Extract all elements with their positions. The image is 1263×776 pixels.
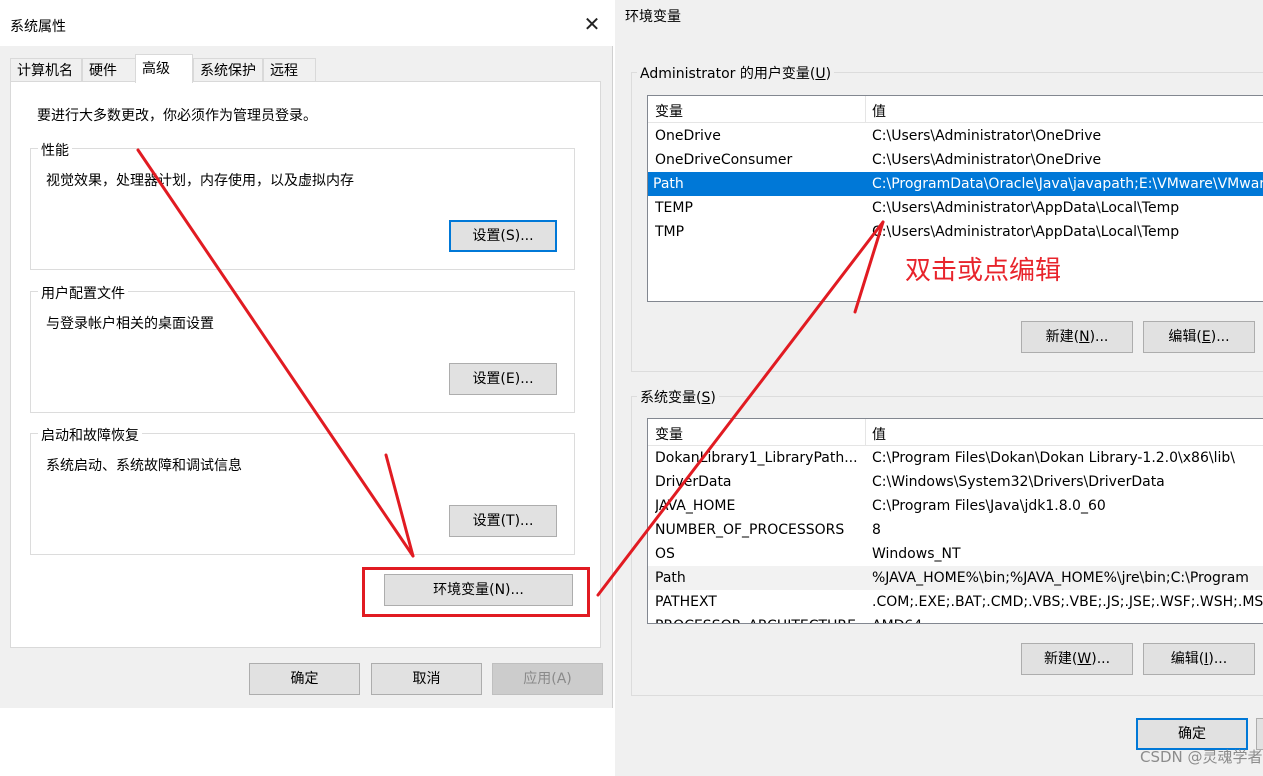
system-variables-title: 系统变量(S): [637, 387, 719, 407]
variable-name: TEMP: [655, 200, 693, 216]
ok-button[interactable]: 确定: [249, 663, 360, 695]
column-header-value[interactable]: 值: [872, 101, 886, 121]
variable-value: C:\ProgramData\Oracle\Java\javapath;E:\V…: [872, 176, 1263, 192]
dialog-title: 系统属性: [10, 19, 66, 35]
table-row[interactable]: NUMBER_OF_PROCESSORS 8: [648, 518, 1263, 542]
system-edit-button[interactable]: 编辑(I)...: [1143, 643, 1255, 675]
table-row[interactable]: OneDrive C:\Users\Administrator\OneDrive: [648, 124, 1263, 148]
user-variables-title: Administrator 的用户变量(U): [637, 63, 835, 83]
column-separator[interactable]: [865, 96, 866, 122]
variable-name: PATHEXT: [655, 594, 717, 610]
table-row-selected[interactable]: Path C:\ProgramData\Oracle\Java\javapath…: [648, 172, 1263, 196]
variable-value: C:\Windows\System32\Drivers\DriverData: [872, 474, 1165, 490]
variable-name: Path: [653, 176, 684, 192]
variable-value: %JAVA_HOME%\bin;%JAVA_HOME%\jre\bin;C:\P…: [872, 570, 1249, 586]
tab-hardware[interactable]: 硬件: [82, 58, 136, 82]
variable-value: 8: [872, 522, 881, 538]
variable-value: .COM;.EXE;.BAT;.CMD;.VBS;.VBE;.JS;.JSE;.…: [872, 594, 1263, 610]
variable-value: C:\Program Files\Dokan\Dokan Library-1.2…: [872, 450, 1235, 466]
variable-value: C:\Program Files\Java\jdk1.8.0_60: [872, 498, 1106, 514]
startup-recovery-description: 系统启动、系统故障和调试信息: [46, 458, 242, 474]
user-edit-button[interactable]: 编辑(E)...: [1143, 321, 1255, 353]
variable-name: DokanLibrary1_LibraryPath...: [655, 450, 858, 466]
variable-name: JAVA_HOME: [655, 498, 736, 514]
table-row[interactable]: JAVA_HOME C:\Program Files\Java\jdk1.8.0…: [648, 494, 1263, 518]
variable-value: Windows_NT: [872, 546, 961, 562]
variable-name: OneDriveConsumer: [655, 152, 793, 168]
variable-value: C:\Users\Administrator\OneDrive: [872, 152, 1102, 168]
variable-name: NUMBER_OF_PROCESSORS: [655, 522, 845, 538]
column-header-name[interactable]: 变量: [655, 424, 683, 444]
column-header-value[interactable]: 值: [872, 424, 886, 444]
dialog-title: 环境变量: [625, 9, 681, 25]
column-separator[interactable]: [865, 419, 866, 445]
title-bar: 系统属性 ✕: [0, 0, 613, 46]
user-new-button[interactable]: 新建(N)...: [1021, 321, 1133, 353]
apply-button[interactable]: 应用(A): [492, 663, 603, 695]
performance-title: 性能: [38, 140, 72, 160]
variable-name: OneDrive: [655, 128, 721, 144]
variable-value: AMD64: [872, 614, 922, 623]
variable-value: C:\Users\Administrator\OneDrive: [872, 128, 1102, 144]
system-new-button[interactable]: 新建(W)...: [1021, 643, 1133, 675]
user-profiles-description: 与登录帐户相关的桌面设置: [46, 316, 214, 332]
highlight-box: [362, 567, 590, 617]
variable-name: TMP: [655, 224, 685, 240]
table-row[interactable]: DriverData C:\Windows\System32\Drivers\D…: [648, 470, 1263, 494]
table-row[interactable]: OS Windows_NT: [648, 542, 1263, 566]
table-row[interactable]: PROCESSOR_ARCHITECTURE AMD64: [648, 614, 1263, 623]
watermark: CSDN @灵魂学者: [1140, 748, 1263, 766]
variable-value: C:\Users\Administrator\AppData\Local\Tem…: [872, 224, 1180, 240]
startup-recovery-title: 启动和故障恢复: [38, 425, 142, 445]
tab-computer-name[interactable]: 计算机名: [10, 58, 82, 82]
tab-remote[interactable]: 远程: [263, 58, 316, 82]
performance-description: 视觉效果，处理器计划，内存使用，以及虚拟内存: [46, 173, 354, 189]
tab-advanced[interactable]: 高级: [135, 54, 193, 83]
variable-name: OS: [655, 546, 675, 562]
annotation-text: 双击或点编辑: [905, 256, 1062, 286]
startup-recovery-settings-button[interactable]: 设置(T)...: [449, 505, 557, 537]
variable-name: DriverData: [655, 474, 732, 490]
list-header: 变量 值: [648, 96, 1263, 123]
table-row[interactable]: TEMP C:\Users\Administrator\AppData\Loca…: [648, 196, 1263, 220]
variable-name: Path: [655, 570, 686, 586]
variable-value: C:\Users\Administrator\AppData\Local\Tem…: [872, 200, 1180, 216]
list-header: 变量 值: [648, 419, 1263, 446]
tab-system-protection[interactable]: 系统保护: [193, 58, 263, 82]
column-header-name[interactable]: 变量: [655, 101, 683, 121]
user-profiles-title: 用户配置文件: [38, 283, 128, 303]
close-icon[interactable]: ✕: [578, 10, 606, 38]
table-row[interactable]: TMP C:\Users\Administrator\AppData\Local…: [648, 220, 1263, 244]
admin-note: 要进行大多数更改，你必须作为管理员登录。: [37, 108, 317, 124]
variable-name: PROCESSOR_ARCHITECTURE: [655, 614, 860, 623]
table-row[interactable]: Path %JAVA_HOME%\bin;%JAVA_HOME%\jre\bin…: [648, 566, 1263, 590]
table-row[interactable]: PATHEXT .COM;.EXE;.BAT;.CMD;.VBS;.VBE;.J…: [648, 590, 1263, 614]
system-variables-list[interactable]: 变量 值 DokanLibrary1_LibraryPath... C:\Pro…: [647, 418, 1263, 624]
table-row[interactable]: DokanLibrary1_LibraryPath... C:\Program …: [648, 446, 1263, 470]
performance-settings-button[interactable]: 设置(S)...: [449, 220, 557, 252]
table-row[interactable]: OneDriveConsumer C:\Users\Administrator\…: [648, 148, 1263, 172]
cancel-button[interactable]: 取消: [371, 663, 482, 695]
user-profiles-settings-button[interactable]: 设置(E)...: [449, 363, 557, 395]
environment-variables-dialog: 环境变量 Administrator 的用户变量(U) 变量 值 OneDriv…: [615, 0, 1263, 776]
